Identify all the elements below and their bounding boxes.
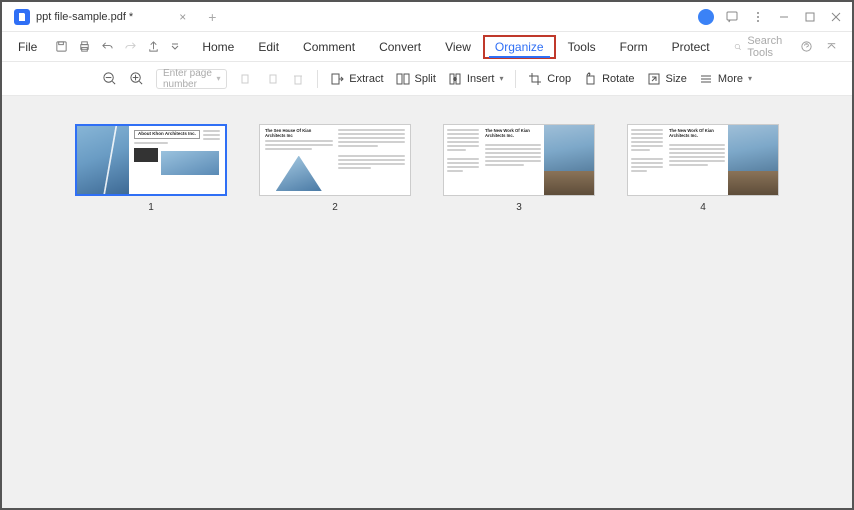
- page-thumbnail-wrap: The Sen House Of Kian Architects Inc 2: [259, 124, 411, 213]
- search-placeholder: Search Tools: [747, 35, 788, 59]
- rotate-right-icon: [265, 72, 279, 86]
- save-icon[interactable]: [55, 40, 68, 53]
- tab-edit[interactable]: Edit: [246, 35, 291, 59]
- chevron-down-icon: ▾: [216, 74, 220, 83]
- split-icon: [396, 72, 410, 86]
- tab-protect[interactable]: Protect: [660, 35, 722, 59]
- titlebar: ppt file-sample.pdf * × +: [2, 2, 852, 32]
- close-window-button[interactable]: [828, 9, 844, 25]
- maximize-button[interactable]: [802, 9, 818, 25]
- page-thumbnail[interactable]: The Sen House Of Kian Architects Inc: [259, 124, 411, 196]
- rotate-left-icon: [239, 72, 253, 86]
- collapse-ribbon-icon[interactable]: [825, 40, 838, 53]
- delete-page-icon: [291, 72, 305, 86]
- window-controls: [698, 9, 852, 25]
- minimize-button[interactable]: [776, 9, 792, 25]
- crop-icon: [528, 72, 542, 86]
- tab-form[interactable]: Form: [608, 35, 660, 59]
- more-button[interactable]: More ▾: [699, 72, 752, 86]
- avatar[interactable]: [698, 9, 714, 25]
- redo-icon[interactable]: [124, 40, 137, 53]
- page-thumbnail[interactable]: The New Work Of Kian Architects Inc.: [443, 124, 595, 196]
- search-tools[interactable]: Search Tools: [722, 35, 800, 59]
- organize-toolbar: Enter page number ▾ Extract Split Insert…: [2, 62, 852, 96]
- extract-button[interactable]: Extract: [330, 72, 383, 86]
- undo-icon[interactable]: [101, 40, 114, 53]
- slide-title: The Sen House Of Kian Architects Inc: [265, 129, 333, 138]
- insert-icon: [448, 72, 462, 86]
- page-number: 1: [148, 202, 154, 213]
- page-thumbnail-wrap: About Khon Architects Inc. 1: [75, 124, 227, 213]
- new-tab-button[interactable]: +: [198, 9, 226, 25]
- zoom-out-icon[interactable]: [102, 71, 117, 86]
- page-thumbnail-wrap: The New Work Of Kian Architects Inc. 3: [443, 124, 595, 213]
- tab-comment[interactable]: Comment: [291, 35, 367, 59]
- tab-home[interactable]: Home: [190, 35, 246, 59]
- page-number: 4: [700, 202, 706, 213]
- insert-button[interactable]: Insert ▾: [448, 72, 504, 86]
- extract-icon: [330, 72, 344, 86]
- rotate-icon: [583, 72, 597, 86]
- menubar: File Home Edit Comment Convert View Orga…: [2, 32, 852, 62]
- tab-organize[interactable]: Organize: [483, 35, 556, 59]
- dropdown-icon[interactable]: [170, 42, 180, 52]
- tab-view[interactable]: View: [433, 35, 483, 59]
- split-button[interactable]: Split: [396, 72, 436, 86]
- zoom-in-icon[interactable]: [129, 71, 144, 86]
- share-icon[interactable]: [147, 40, 160, 53]
- page-number: 2: [332, 202, 338, 213]
- size-button[interactable]: Size: [647, 72, 687, 86]
- chevron-down-icon: ▾: [499, 74, 503, 83]
- page-number-input[interactable]: Enter page number ▾: [156, 69, 227, 89]
- help-icon[interactable]: [800, 40, 813, 53]
- quick-access-toolbar: [45, 40, 190, 53]
- page-thumbnail-wrap: The New Work Of Kian Architects Inc. 4: [627, 124, 779, 213]
- crop-button[interactable]: Crop: [528, 72, 571, 86]
- close-tab-icon[interactable]: ×: [179, 10, 186, 24]
- tab-tools[interactable]: Tools: [556, 35, 608, 59]
- document-tab[interactable]: ppt file-sample.pdf * ×: [2, 2, 198, 32]
- menu-tabs: Home Edit Comment Convert View Organize …: [190, 35, 721, 59]
- file-menu[interactable]: File: [10, 40, 45, 54]
- more-icon: [699, 72, 713, 86]
- tab-title: ppt file-sample.pdf *: [36, 11, 133, 23]
- slide-title: About Khon Architects Inc.: [134, 130, 200, 139]
- page-thumbnail[interactable]: The New Work Of Kian Architects Inc.: [627, 124, 779, 196]
- slide-title: The New Work Of Kian Architects Inc.: [669, 129, 725, 138]
- page-input-placeholder: Enter page number: [163, 68, 216, 90]
- page-thumbnail[interactable]: About Khon Architects Inc.: [75, 124, 227, 196]
- page-thumbnails-area: About Khon Architects Inc. 1 The Sen Hou…: [2, 96, 852, 508]
- chevron-down-icon: ▾: [748, 74, 752, 83]
- print-icon[interactable]: [78, 40, 91, 53]
- kebab-icon[interactable]: [750, 9, 766, 25]
- menubar-right: [800, 40, 844, 53]
- tab-convert[interactable]: Convert: [367, 35, 433, 59]
- size-icon: [647, 72, 661, 86]
- slide-title: The New Work Of Kian Architects Inc.: [485, 129, 541, 138]
- divider: [515, 70, 516, 88]
- rotate-button[interactable]: Rotate: [583, 72, 634, 86]
- page-number: 3: [516, 202, 522, 213]
- app-icon: [14, 9, 30, 25]
- divider: [317, 70, 318, 88]
- feedback-icon[interactable]: [724, 9, 740, 25]
- search-icon: [734, 41, 742, 53]
